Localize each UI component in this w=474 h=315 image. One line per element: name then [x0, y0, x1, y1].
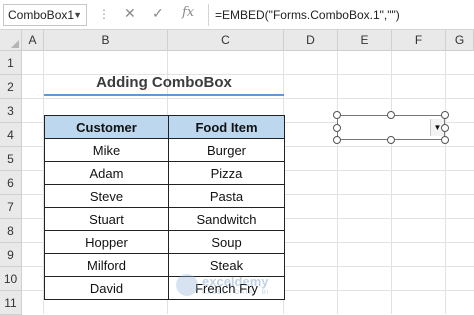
- customer-cell[interactable]: Adam: [44, 161, 169, 185]
- column-header-b[interactable]: B: [44, 30, 168, 51]
- more-options-icon[interactable]: ⋮: [98, 7, 110, 21]
- customer-cell[interactable]: Stuart: [44, 207, 169, 231]
- header-food-item[interactable]: Food Item: [168, 115, 285, 139]
- table-header-row: Customer Food Item: [44, 115, 285, 139]
- food-item-cell[interactable]: Pasta: [168, 184, 285, 208]
- column-header-d[interactable]: D: [284, 30, 338, 51]
- watermark-name: exceldemy: [202, 274, 269, 289]
- resize-handle-top-left[interactable]: [333, 111, 341, 119]
- row-header-9[interactable]: 9: [0, 243, 22, 267]
- watermark-tagline: EXCEL · DATA · BI: [202, 290, 270, 296]
- resize-handle-left[interactable]: [333, 124, 341, 132]
- column-header-a[interactable]: A: [22, 30, 44, 51]
- table-row: Hopper Soup: [44, 230, 285, 254]
- row-header-8[interactable]: 8: [0, 219, 22, 243]
- table-row: Mike Burger: [44, 138, 285, 162]
- title-underline: [44, 94, 284, 96]
- resize-handle-top[interactable]: [387, 111, 395, 119]
- customer-cell[interactable]: Hopper: [44, 230, 169, 254]
- row-header-5[interactable]: 5: [0, 147, 22, 171]
- row-header-4[interactable]: 4: [0, 123, 22, 147]
- select-all-corner[interactable]: [0, 30, 22, 51]
- name-box-value: ComboBox1: [8, 8, 75, 22]
- customer-cell[interactable]: Steve: [44, 184, 169, 208]
- exceldemy-logo-icon: [176, 274, 198, 296]
- cancel-icon[interactable]: ✕: [124, 5, 136, 22]
- customer-cell[interactable]: Milford: [44, 253, 169, 277]
- formula-input[interactable]: =EMBED("Forms.ComboBox.1",""): [208, 4, 474, 26]
- sheet-title: Adding ComboBox: [96, 74, 232, 91]
- insert-function-icon[interactable]: fx: [182, 5, 194, 20]
- customer-cell[interactable]: David: [44, 276, 169, 300]
- table-row: Stuart Sandwitch: [44, 207, 285, 231]
- chevron-down-icon[interactable]: ▼: [73, 5, 82, 25]
- food-item-cell[interactable]: Soup: [168, 230, 285, 254]
- resize-handle-bottom[interactable]: [387, 136, 395, 144]
- row-header-7[interactable]: 7: [0, 195, 22, 219]
- customer-cell[interactable]: Mike: [44, 138, 169, 162]
- column-header-c[interactable]: C: [168, 30, 284, 51]
- formula-bar: ComboBox1 ▼ ⋮ ✕ ✓ fx =EMBED("Forms.Combo…: [0, 0, 474, 30]
- row-header-6[interactable]: 6: [0, 171, 22, 195]
- data-table: Customer Food Item Mike Burger Adam Pizz…: [44, 115, 285, 300]
- column-header-e[interactable]: E: [338, 30, 392, 51]
- table-row: Steve Pasta: [44, 184, 285, 208]
- food-item-cell[interactable]: Pizza: [168, 161, 285, 185]
- row-header-3[interactable]: 3: [0, 99, 22, 123]
- name-box[interactable]: ComboBox1 ▼: [3, 4, 87, 26]
- row-header-10[interactable]: 10: [0, 267, 22, 291]
- header-customer[interactable]: Customer: [44, 115, 169, 139]
- resize-handle-bottom-left[interactable]: [333, 136, 341, 144]
- table-row: Adam Pizza: [44, 161, 285, 185]
- resize-handle-top-right[interactable]: [441, 111, 449, 119]
- enter-icon[interactable]: ✓: [152, 5, 164, 22]
- column-headers: A B C D E F G: [0, 30, 474, 51]
- column-header-f[interactable]: F: [392, 30, 446, 51]
- resize-handle-bottom-right[interactable]: [441, 136, 449, 144]
- row-header-11[interactable]: 11: [0, 291, 22, 315]
- row-header-1[interactable]: 1: [0, 51, 22, 75]
- food-item-cell[interactable]: Sandwitch: [168, 207, 285, 231]
- food-item-cell[interactable]: Burger: [168, 138, 285, 162]
- column-header-g[interactable]: G: [446, 30, 474, 51]
- resize-handle-right[interactable]: [441, 124, 449, 132]
- row-header-2[interactable]: 2: [0, 75, 22, 99]
